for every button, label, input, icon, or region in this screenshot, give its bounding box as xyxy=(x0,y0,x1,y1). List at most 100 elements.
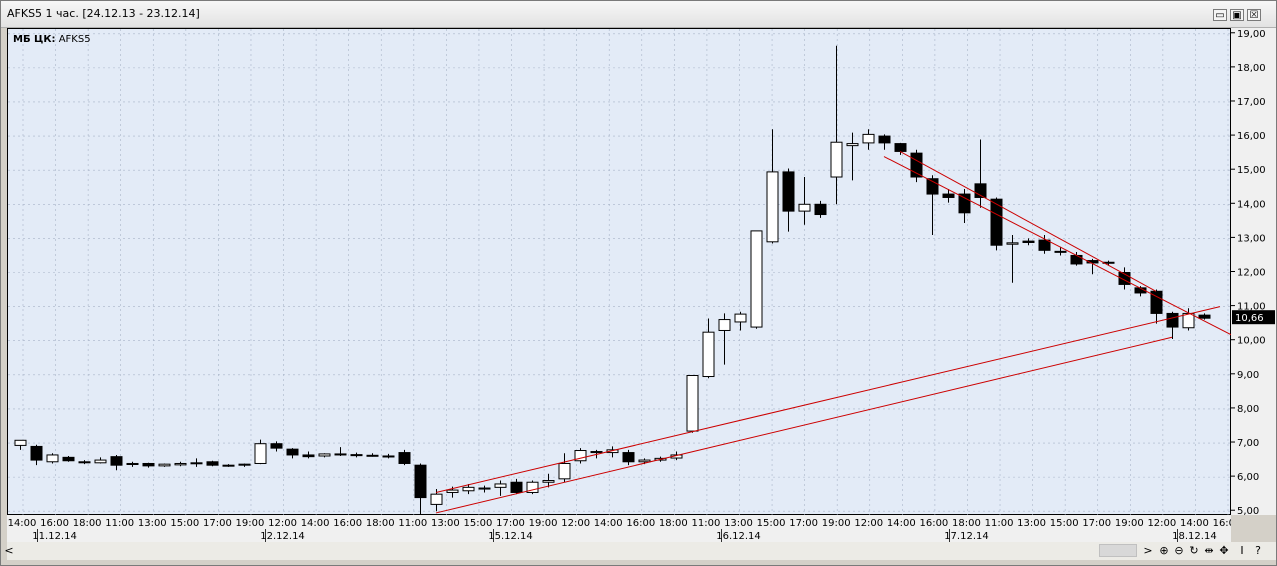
scroll-left-icon[interactable]: < xyxy=(3,544,15,557)
y-tick-label: 15,00 xyxy=(1237,165,1266,176)
price-axis-svg: 19,00 18,00 17,00 16,00 15,00 14,00 13,00 12,00… xyxy=(1231,29,1275,517)
candle-body xyxy=(222,464,235,467)
candle-body xyxy=(1166,312,1179,328)
move-icon[interactable]: ✥ xyxy=(1218,544,1230,557)
candle-body xyxy=(270,443,283,449)
zoom-out-icon[interactable]: ⊖ xyxy=(1173,544,1185,557)
x-tick-label: 11:00 xyxy=(105,518,134,529)
trend-line xyxy=(435,306,1221,493)
candle-body xyxy=(494,483,507,488)
candle-body xyxy=(590,451,603,454)
candle-body xyxy=(206,461,219,466)
x-tick-label: 14:00 xyxy=(1180,518,1209,529)
candle-body xyxy=(14,439,27,446)
date-label: 15.12.14 xyxy=(488,531,533,542)
candle-body xyxy=(238,463,251,466)
x-tick-label: 19:00 xyxy=(236,518,265,529)
candle-body xyxy=(766,171,779,243)
trend-line xyxy=(899,150,1157,292)
x-tick-label: 14:00 xyxy=(594,518,623,529)
x-tick-label: 11:00 xyxy=(398,518,427,529)
x-tick-label: 17:00 xyxy=(789,518,818,529)
cursor-icon[interactable]: I xyxy=(1236,544,1248,557)
chart-legend: МБ ЦК: AFKS5 xyxy=(13,34,91,45)
x-tick-label: 16:00 xyxy=(40,518,69,529)
candle-body xyxy=(254,443,267,464)
x-tick-label: 19:00 xyxy=(1115,518,1144,529)
close-icon[interactable]: ☒ xyxy=(1247,9,1261,21)
x-tick-label: 12:00 xyxy=(268,518,297,529)
auto-scale-icon[interactable]: ↻ xyxy=(1188,544,1200,557)
x-tick-label: 15:00 xyxy=(757,518,786,529)
candle-body xyxy=(1198,314,1211,319)
candle-body xyxy=(94,459,107,464)
y-tick-label: 17,00 xyxy=(1237,97,1266,108)
candle-body xyxy=(942,193,955,198)
candle-body xyxy=(478,487,491,490)
candle-body xyxy=(958,193,971,214)
date-label: 12.12.14 xyxy=(260,531,305,542)
candle-body xyxy=(1070,254,1083,265)
restore-icon[interactable]: ▣ xyxy=(1230,9,1244,21)
candle-body xyxy=(462,486,475,492)
candle-body xyxy=(750,230,763,328)
scroll-track[interactable] xyxy=(15,544,1143,557)
candle-body xyxy=(334,453,347,456)
y-tick-label: 12,00 xyxy=(1237,268,1266,279)
x-tick-label: 12:00 xyxy=(854,518,883,529)
candle-body xyxy=(286,448,299,456)
scroll-thumb[interactable] xyxy=(1099,544,1137,557)
x-tick-label: 18:00 xyxy=(366,518,395,529)
candle-body xyxy=(782,171,795,212)
time-axis-svg: 14:00 16:00 18:00 11:00 13:00 15:00 17:00 19:00… xyxy=(8,518,1241,542)
candle-body xyxy=(110,456,123,466)
candle-body xyxy=(414,464,427,499)
candle-body xyxy=(190,462,203,465)
x-tick-label: 17:00 xyxy=(496,518,525,529)
x-tick-label: 16:00 xyxy=(626,518,655,529)
candle-body xyxy=(702,331,715,378)
x-tick-label: 14:00 xyxy=(8,518,37,529)
x-tick-label: 13:00 xyxy=(431,518,460,529)
candle-body xyxy=(78,461,91,464)
x-tick-label: 14:00 xyxy=(301,518,330,529)
fit-width-icon[interactable]: ⇹ xyxy=(1203,544,1215,557)
candle-body xyxy=(638,459,651,463)
candle-body xyxy=(686,374,699,432)
zoom-in-icon[interactable]: ⊕ xyxy=(1158,544,1170,557)
y-tick-label: 16,00 xyxy=(1237,131,1266,142)
y-tick-label: 8,00 xyxy=(1237,404,1259,415)
date-label: 17.12.14 xyxy=(944,531,989,542)
time-axis[interactable]: 14:00 16:00 18:00 11:00 13:00 15:00 17:00 19:00… xyxy=(7,515,1241,542)
candle-body xyxy=(734,313,747,323)
x-tick-label: 16:00 xyxy=(1213,518,1231,529)
x-tick-label: 13:00 xyxy=(1017,518,1046,529)
candle-body xyxy=(366,454,379,457)
y-tick-label: 5,00 xyxy=(1237,506,1259,515)
y-tick-label: 9,00 xyxy=(1237,370,1259,381)
minimize-icon[interactable]: ▭ xyxy=(1213,9,1227,21)
candle-body xyxy=(846,143,859,147)
x-tick-label: 13:00 xyxy=(724,518,753,529)
chart-plot-area[interactable] xyxy=(7,28,1237,516)
candle-body xyxy=(510,481,523,493)
candle-body xyxy=(158,463,171,467)
y-tick-label: 13,00 xyxy=(1237,233,1266,244)
candle-body xyxy=(798,203,811,212)
candle-body xyxy=(174,462,187,466)
x-tick-label: 15:00 xyxy=(170,518,199,529)
candle-body xyxy=(894,143,907,152)
help-icon[interactable]: ? xyxy=(1252,544,1264,557)
x-tick-label: 14:00 xyxy=(887,518,916,529)
date-label: 16.12.14 xyxy=(716,531,761,542)
y-tick-label: 14,00 xyxy=(1237,199,1266,210)
title-bar[interactable]: AFKS5 1 час. [24.12.13 - 23.12.14] ▭ ▣ ☒ xyxy=(1,1,1276,28)
candle-body xyxy=(830,141,843,178)
candle-body xyxy=(398,452,411,464)
candle-body xyxy=(62,456,75,462)
trend-line xyxy=(435,336,1173,514)
scroll-right-icon[interactable]: > xyxy=(1142,544,1154,557)
price-axis[interactable]: 19,00 18,00 17,00 16,00 15,00 14,00 13,00 12,00… xyxy=(1231,28,1276,517)
candle-body xyxy=(1182,312,1195,329)
candle-body xyxy=(718,319,731,331)
